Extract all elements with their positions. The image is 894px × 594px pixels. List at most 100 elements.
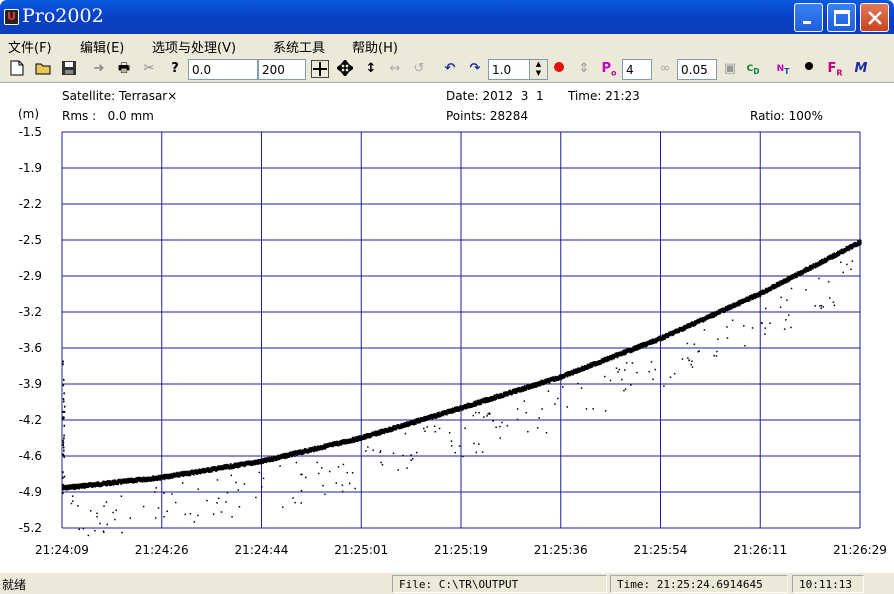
help-icon[interactable]: ? bbox=[166, 60, 184, 78]
menu-help[interactable]: 帮助(H) bbox=[352, 37, 398, 56]
app-icon[interactable]: U bbox=[4, 9, 19, 25]
outlier-point bbox=[62, 471, 64, 474]
dot-icon[interactable] bbox=[800, 60, 818, 78]
infinity-icon[interactable]: ∞ bbox=[656, 60, 674, 78]
outlier-point bbox=[819, 305, 821, 307]
y-tick-label: -1.9 bbox=[19, 161, 42, 175]
outlier-point bbox=[450, 445, 453, 447]
horizontal-move-icon[interactable]: ↔ bbox=[386, 60, 404, 78]
outlier-point bbox=[292, 497, 294, 499]
toolbar: ➜ 🖶 ✂ ? ↕ ↔ ↺ ↶ ↷ ▲▼ ⇕ Po ∞ ▣ CD NT FR M bbox=[0, 56, 894, 83]
zoom-fit-icon[interactable] bbox=[311, 60, 329, 78]
outlier-point bbox=[155, 487, 157, 489]
outlier-point bbox=[70, 502, 73, 505]
data-point bbox=[860, 240, 862, 245]
outlier-point bbox=[663, 385, 665, 387]
outlier-point bbox=[562, 386, 564, 388]
vertical-move-icon[interactable]: ↕ bbox=[362, 60, 380, 78]
close-button[interactable] bbox=[860, 3, 889, 32]
outlier-point bbox=[96, 512, 98, 515]
maximize-button[interactable] bbox=[827, 3, 856, 32]
outlier-point bbox=[63, 405, 66, 408]
cut-icon[interactable]: ✂ bbox=[140, 60, 158, 78]
start-field[interactable] bbox=[188, 59, 258, 80]
outlier-point bbox=[216, 502, 218, 504]
outlier-point bbox=[842, 271, 844, 274]
outlier-point bbox=[157, 507, 160, 509]
outlier-point bbox=[818, 277, 820, 280]
new-file-icon[interactable] bbox=[8, 60, 26, 78]
outlier-point bbox=[258, 471, 261, 474]
outlier-point bbox=[681, 358, 684, 360]
outlier-point bbox=[346, 471, 348, 474]
outlier-point bbox=[630, 384, 632, 386]
menu-file[interactable]: 文件(F) bbox=[8, 37, 52, 56]
outlier-point bbox=[458, 445, 461, 447]
outlier-point bbox=[380, 461, 382, 464]
outlier-point bbox=[226, 491, 229, 494]
outlier-point bbox=[820, 304, 823, 307]
rotate-right-icon[interactable]: ↷ bbox=[466, 60, 484, 78]
red-dot-icon[interactable] bbox=[550, 60, 568, 78]
outlier-point bbox=[63, 449, 65, 452]
minimize-button[interactable] bbox=[794, 3, 823, 32]
outlier-point bbox=[478, 443, 480, 445]
menu-tools[interactable]: 系统工具 bbox=[273, 37, 325, 56]
scatter-plot[interactable]: -1.5 -1.9 -2.2 -2.5 -2.9 -3.2 -3.6 -3.9 -4.2 -4.6… bbox=[0, 84, 894, 572]
outlier-point bbox=[77, 505, 79, 507]
outlier-point bbox=[392, 452, 395, 455]
outlier-point bbox=[547, 390, 550, 392]
outlier-point bbox=[751, 327, 754, 329]
cd-icon[interactable]: CD bbox=[744, 60, 762, 78]
arrow-right-icon[interactable]: ➜ bbox=[90, 60, 108, 78]
menu-options[interactable]: 选项与处理(V) bbox=[152, 37, 236, 56]
scale-field[interactable] bbox=[488, 59, 530, 80]
outlier-point bbox=[341, 490, 344, 493]
menu-edit[interactable]: 编辑(E) bbox=[80, 37, 124, 56]
order-field[interactable] bbox=[622, 59, 652, 80]
outlier-point bbox=[62, 384, 65, 387]
outlier-point bbox=[648, 370, 650, 373]
outlier-point bbox=[324, 493, 326, 496]
outlier-point bbox=[174, 501, 177, 504]
fr-icon[interactable]: FR bbox=[826, 60, 844, 78]
outlier-point bbox=[687, 357, 689, 359]
disk-icon[interactable]: ▣ bbox=[721, 60, 739, 78]
title-bar[interactable]: U Pro2002 bbox=[0, 0, 894, 34]
outlier-point bbox=[541, 408, 543, 410]
count-field[interactable] bbox=[258, 59, 306, 80]
outlier-point bbox=[300, 489, 303, 492]
move-icon[interactable] bbox=[335, 58, 355, 78]
p-icon[interactable]: Po bbox=[600, 60, 618, 78]
y-tick-label: -4.2 bbox=[19, 413, 42, 427]
outlier-point bbox=[342, 463, 345, 466]
outlier-point bbox=[335, 482, 338, 484]
save-icon[interactable] bbox=[60, 60, 78, 78]
outlier-point bbox=[416, 451, 418, 454]
outlier-point bbox=[206, 499, 208, 502]
redo-icon[interactable]: ↺ bbox=[410, 60, 428, 78]
outlier-point bbox=[189, 512, 192, 515]
outlier-point bbox=[787, 314, 790, 316]
outlier-point bbox=[846, 263, 848, 266]
outlier-point bbox=[112, 511, 114, 514]
outlier-point bbox=[495, 426, 497, 429]
outlier-point bbox=[163, 492, 165, 494]
vertical-arrows-icon[interactable]: ⇕ bbox=[575, 60, 593, 78]
open-folder-icon[interactable] bbox=[35, 60, 53, 78]
print-icon[interactable]: 🖶 bbox=[115, 60, 133, 78]
outlier-point bbox=[585, 408, 588, 410]
threshold-field[interactable] bbox=[677, 59, 717, 80]
y-tick-label: -3.2 bbox=[19, 305, 42, 319]
scale-spinner[interactable]: ▲ ▼ bbox=[529, 59, 548, 80]
outlier-point bbox=[154, 491, 156, 493]
status-clock: 10:11:13 bbox=[792, 575, 864, 593]
outlier-point bbox=[166, 510, 168, 513]
nt-icon[interactable]: NT bbox=[774, 60, 792, 78]
outlier-point bbox=[760, 322, 763, 324]
mu-icon[interactable]: M bbox=[852, 60, 870, 78]
outlier-point bbox=[609, 379, 612, 382]
rotate-left-icon[interactable]: ↶ bbox=[441, 60, 459, 78]
outlier-point bbox=[341, 484, 344, 487]
outlier-point bbox=[829, 297, 831, 299]
